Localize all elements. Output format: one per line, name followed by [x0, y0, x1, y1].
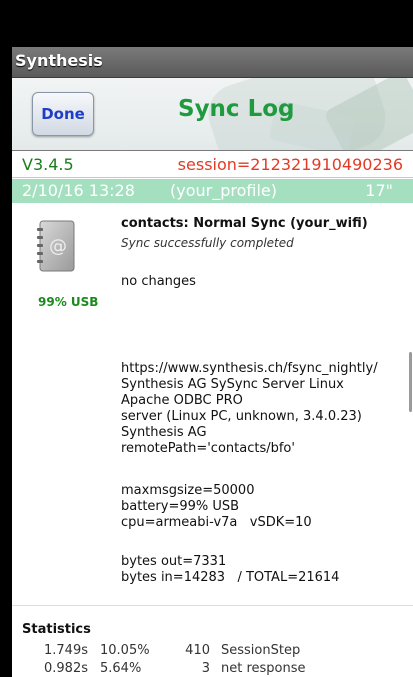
stat-time: 0.982s [44, 661, 88, 676]
battery-status: 99% USB [38, 295, 99, 309]
session-id: session=212321910490236 [177, 155, 403, 174]
statistics-title: Statistics [22, 622, 91, 637]
stat-row: 0.982s 5.64% 3 net response [12, 661, 413, 677]
stat-percent: 10.05% [100, 643, 150, 658]
sync-log-content[interactable]: V3.4.5 session=212321910490236 2/10/16 1… [12, 150, 413, 677]
header: Done Sync Log [12, 78, 413, 150]
sync-date: 2/10/16 13:28 [22, 181, 135, 200]
stat-time: 1.749s [44, 643, 88, 658]
bytes-info: bytes out=7331 bytes in=14283 / TOTAL=21… [121, 554, 340, 585]
divider [12, 605, 413, 606]
stat-name: net response [221, 661, 306, 676]
version-row: V3.4.5 session=212321910490236 [12, 150, 413, 178]
stat-name: SessionStep [221, 643, 301, 658]
title-bar: Synthesis [12, 47, 413, 78]
sync-entry-header: 2/10/16 13:28 (your_profile) 17" [12, 179, 413, 203]
sync-duration: 17" [365, 181, 393, 200]
stat-percent: 5.64% [100, 661, 142, 676]
status-bar [0, 0, 413, 47]
scrollbar[interactable] [409, 352, 412, 412]
sync-status: Sync successfully completed [121, 236, 294, 250]
stat-row: 1.749s 10.05% 410 SessionStep [12, 643, 413, 661]
svg-text:@: @ [49, 236, 67, 257]
sync-profile: (your_profile) [170, 181, 277, 200]
address-book-icon: @ [37, 220, 75, 272]
done-button[interactable]: Done [32, 92, 94, 136]
version-label: V3.4.5 [22, 155, 74, 174]
device-info: maxmsgsize=50000 battery=99% USB cpu=arm… [121, 483, 312, 530]
stat-count: 410 [185, 643, 210, 658]
stat-count: 3 [201, 661, 210, 676]
page-title: Sync Log [178, 96, 295, 122]
sync-title: contacts: Normal Sync (your_wifi) [121, 216, 368, 231]
server-info: https://www.synthesis.ch/fsync_nightly/ … [121, 361, 378, 456]
app-title: Synthesis [15, 51, 103, 70]
sync-changes: no changes [121, 274, 196, 289]
